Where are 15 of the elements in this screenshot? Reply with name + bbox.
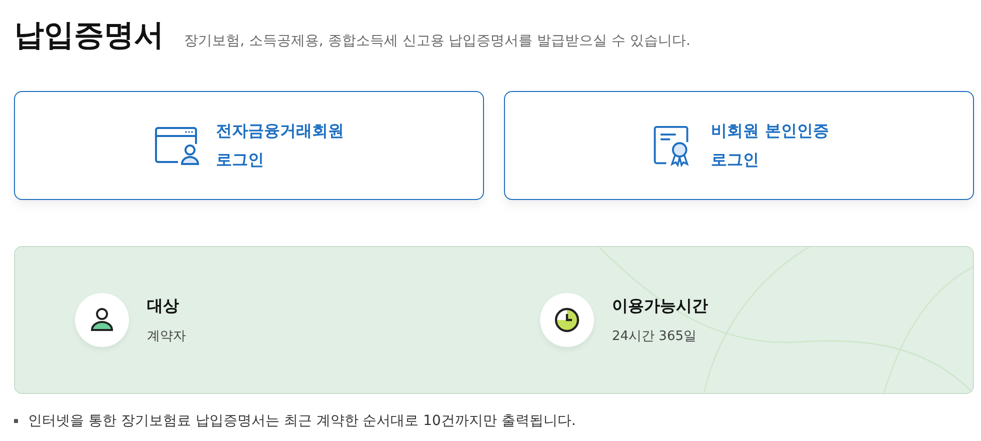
browser-user-icon — [154, 124, 200, 166]
login-title: 전자금융거래회원 — [216, 120, 344, 142]
info-label: 이용가능시간 — [612, 296, 708, 316]
bullet-icon — [14, 419, 18, 423]
login-title: 로그인 — [711, 150, 760, 170]
page-subtitle: 장기보험, 소득공제용, 종합소득세 신고용 납입증명서를 발급받으실 수 있습니다. — [184, 32, 691, 51]
info-label: 대상 — [147, 296, 180, 316]
info-value: 계약자 — [147, 328, 186, 344]
login-title: 로그인 — [216, 150, 265, 170]
login-card[interactable]: 비회원 본인인증 로그인 — [504, 91, 974, 200]
login-title: 비회원 본인인증 — [711, 120, 829, 142]
page-title: 납입증명서 — [14, 18, 164, 54]
login-card[interactable]: 전자금융거래회원 로그인 — [14, 91, 484, 200]
info-value: 24시간 365일 — [612, 328, 698, 344]
note-text: 인터넷을 통한 장기보험료 납입증명서는 최근 계약한 순서대로 10건까지만 출력됩니다. — [28, 412, 576, 430]
